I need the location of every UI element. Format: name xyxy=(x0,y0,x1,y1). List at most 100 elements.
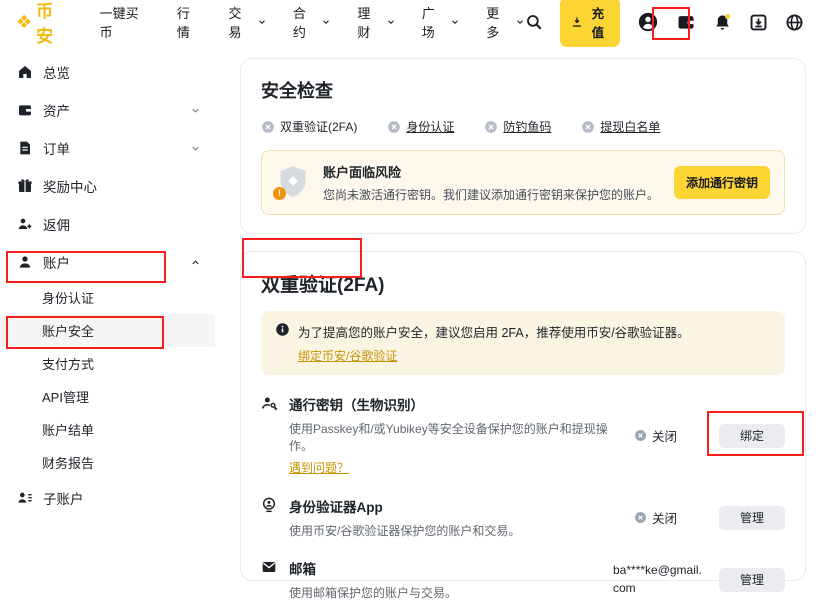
authenticator-app-icon xyxy=(261,496,278,539)
passkey-icon xyxy=(261,394,278,477)
search-icon[interactable] xyxy=(525,13,543,31)
nav-item-trade[interactable]: 交易 xyxy=(228,3,266,41)
checklist-item-identity[interactable]: 身份认证 xyxy=(387,118,454,135)
x-circle-icon xyxy=(581,120,595,134)
info-circle-icon xyxy=(275,322,290,364)
twofa-card: 双重验证(2FA) 为了提高您的账户安全，建议您启用 2FA，推荐使用币安/谷歌… xyxy=(240,251,806,581)
nav-item-square[interactable]: 广场 xyxy=(422,3,460,41)
email-actions: ba****ke@gmail.com 管理 xyxy=(613,558,785,601)
sidebar-item-identity-verification[interactable]: 身份认证 xyxy=(0,281,215,314)
passkey-actions: 关闭 绑定 xyxy=(634,394,785,477)
x-circle-icon xyxy=(634,511,647,524)
checklist-item-antiphishing[interactable]: 防钓鱼码 xyxy=(484,118,551,135)
add-passkey-button[interactable]: 添加通行密钥 xyxy=(674,166,770,199)
chevron-down-icon xyxy=(190,143,201,154)
x-circle-icon xyxy=(387,120,401,134)
risk-title: 账户面临风险 xyxy=(323,162,661,181)
account-risk-banner: ! 账户面临风险 您尚未激活通行密钥。我们建议添加通行密钥来保护您的账户。 添加… xyxy=(261,150,785,215)
email-icon xyxy=(261,558,278,601)
sidebar-item-payment-methods[interactable]: 支付方式 xyxy=(0,347,215,380)
wallet-icon[interactable] xyxy=(676,12,696,32)
nav-menu: 一键买币 行情 交易 合约 理财 广场 更多 xyxy=(100,3,525,41)
nav-right-icons: 充值 xyxy=(525,0,804,47)
sidebar-item-overview[interactable]: 总览 xyxy=(0,53,215,91)
bind-authenticator-link[interactable]: 绑定币安/谷歌验证 xyxy=(298,347,397,364)
security-checklist: 双重验证(2FA) 身份认证 防钓鱼码 提现白名单 xyxy=(261,118,785,135)
home-icon xyxy=(16,64,33,80)
chevron-down-icon xyxy=(257,17,267,27)
nav-item-buy-crypto[interactable]: 一键买币 xyxy=(100,3,151,41)
email-description: 使用邮箱保护您的账户与交易。 xyxy=(289,584,603,601)
alert-dot: ! xyxy=(273,187,286,200)
x-circle-icon xyxy=(484,120,498,134)
passkey-bind-button[interactable]: 绑定 xyxy=(719,424,785,448)
notifications-bell-icon[interactable] xyxy=(713,13,732,32)
user-icon xyxy=(16,254,33,270)
chevron-up-icon xyxy=(190,257,201,268)
checklist-item-2fa[interactable]: 双重验证(2FA) xyxy=(261,118,357,135)
risk-description: 您尚未激活通行密钥。我们建议添加通行密钥来保护您的账户。 xyxy=(323,186,661,203)
authenticator-description: 使用币安/谷歌验证器保护您的账户和交易。 xyxy=(289,522,624,539)
security-check-card: 安全检查 双重验证(2FA) 身份认证 防钓鱼码 提现白名单 ! xyxy=(240,58,806,234)
binance-logo-icon: ❖ xyxy=(16,13,32,31)
binance-logo-text: 币安 xyxy=(36,0,69,47)
tip-text: 为了提高您的账户安全，建议您启用 2FA，推荐使用币安/谷歌验证器。 xyxy=(298,326,690,340)
email-title: 邮箱 xyxy=(289,558,603,578)
recharge-button[interactable]: 充值 xyxy=(560,0,620,47)
sidebar-item-account-statement[interactable]: 账户结单 xyxy=(0,413,215,446)
x-circle-icon xyxy=(634,429,647,442)
passkey-description: 使用Passkey和/或Yubikey等安全设备保护您的账户和提现操作。 xyxy=(289,420,624,454)
email-row: 邮箱 使用邮箱保护您的账户与交易。 ba****ke@gmail.com 管理 xyxy=(261,558,785,601)
nav-item-earn[interactable]: 理财 xyxy=(357,3,395,41)
sidebar-item-rewards-hub[interactable]: 奖励中心 xyxy=(0,167,215,205)
passkey-help-link[interactable]: 遇到问题？ xyxy=(289,459,349,476)
passkey-info: 通行密钥（生物识别） 使用Passkey和/或Yubikey等安全设备保护您的账… xyxy=(289,394,634,477)
checklist-item-withdrawal-whitelist[interactable]: 提现白名单 xyxy=(581,118,660,135)
sidebar-item-sub-accounts[interactable]: 子账户 xyxy=(0,479,215,517)
sidebar-item-assets[interactable]: 资产 xyxy=(0,91,215,129)
binance-logo[interactable]: ❖ 币安 xyxy=(16,0,70,47)
chevron-down-icon xyxy=(386,17,396,27)
sidebar-item-financial-reports[interactable]: 财务报告 xyxy=(0,446,215,479)
main-content: 安全检查 双重验证(2FA) 身份认证 防钓鱼码 提现白名单 ! xyxy=(240,44,806,581)
risk-text: 账户面临风险 您尚未激活通行密钥。我们建议添加通行密钥来保护您的账户。 xyxy=(323,162,661,203)
wallet-icon xyxy=(16,102,33,118)
top-navbar: ❖ 币安 一键买币 行情 交易 合约 理财 广场 更多 充值 xyxy=(0,0,816,44)
passkey-row: 通行密钥（生物识别） 使用Passkey和/或Yubikey等安全设备保护您的账… xyxy=(261,394,785,477)
orders-icon xyxy=(16,140,33,156)
rewards-icon xyxy=(16,178,33,194)
x-circle-icon xyxy=(261,120,275,134)
profile-icon[interactable] xyxy=(637,11,659,33)
chevron-down-icon xyxy=(321,17,331,27)
authenticator-manage-button[interactable]: 管理 xyxy=(719,506,785,530)
passkey-status: 关闭 xyxy=(634,426,677,445)
authenticator-info: 身份验证器App 使用币安/谷歌验证器保护您的账户和交易。 xyxy=(289,496,634,539)
email-manage-button[interactable]: 管理 xyxy=(719,568,785,592)
nav-item-futures[interactable]: 合约 xyxy=(293,3,331,41)
shield-warning-icon: ! xyxy=(276,165,310,201)
download-app-icon[interactable] xyxy=(749,13,768,32)
passkey-title: 通行密钥（生物识别） xyxy=(289,394,624,414)
nav-item-more[interactable]: 更多 xyxy=(486,3,524,41)
authenticator-actions: 关闭 管理 xyxy=(634,496,785,539)
tip-text-wrap: 为了提高您的账户安全，建议您启用 2FA，推荐使用币安/谷歌验证器。 绑定币安/… xyxy=(298,322,690,364)
twofa-title: 双重验证(2FA) xyxy=(261,270,785,297)
referral-icon xyxy=(16,216,33,232)
chevron-down-icon xyxy=(515,17,525,27)
chevron-down-icon xyxy=(190,105,201,116)
sidebar: 总览 资产 订单 奖励中心 返佣 账户 身份认证 账户安全 支付方式 API管理… xyxy=(0,44,215,517)
sidebar-item-account[interactable]: 账户 xyxy=(0,243,215,281)
authenticator-row: 身份验证器App 使用币安/谷歌验证器保护您的账户和交易。 关闭 管理 xyxy=(261,496,785,539)
sidebar-item-api-management[interactable]: API管理 xyxy=(0,380,215,413)
email-masked-value: ba****ke@gmail.com xyxy=(613,562,705,597)
chevron-down-icon xyxy=(450,17,460,27)
deposit-icon xyxy=(571,16,583,28)
twofa-tip-banner: 为了提高您的账户安全，建议您启用 2FA，推荐使用币安/谷歌验证器。 绑定币安/… xyxy=(261,311,785,375)
sidebar-item-orders[interactable]: 订单 xyxy=(0,129,215,167)
sidebar-item-account-security[interactable]: 账户安全 xyxy=(0,314,215,347)
authenticator-title: 身份验证器App xyxy=(289,496,624,516)
language-globe-icon[interactable] xyxy=(785,13,804,32)
sidebar-item-referral[interactable]: 返佣 xyxy=(0,205,215,243)
nav-item-markets[interactable]: 行情 xyxy=(177,3,203,41)
email-info: 邮箱 使用邮箱保护您的账户与交易。 xyxy=(289,558,613,601)
